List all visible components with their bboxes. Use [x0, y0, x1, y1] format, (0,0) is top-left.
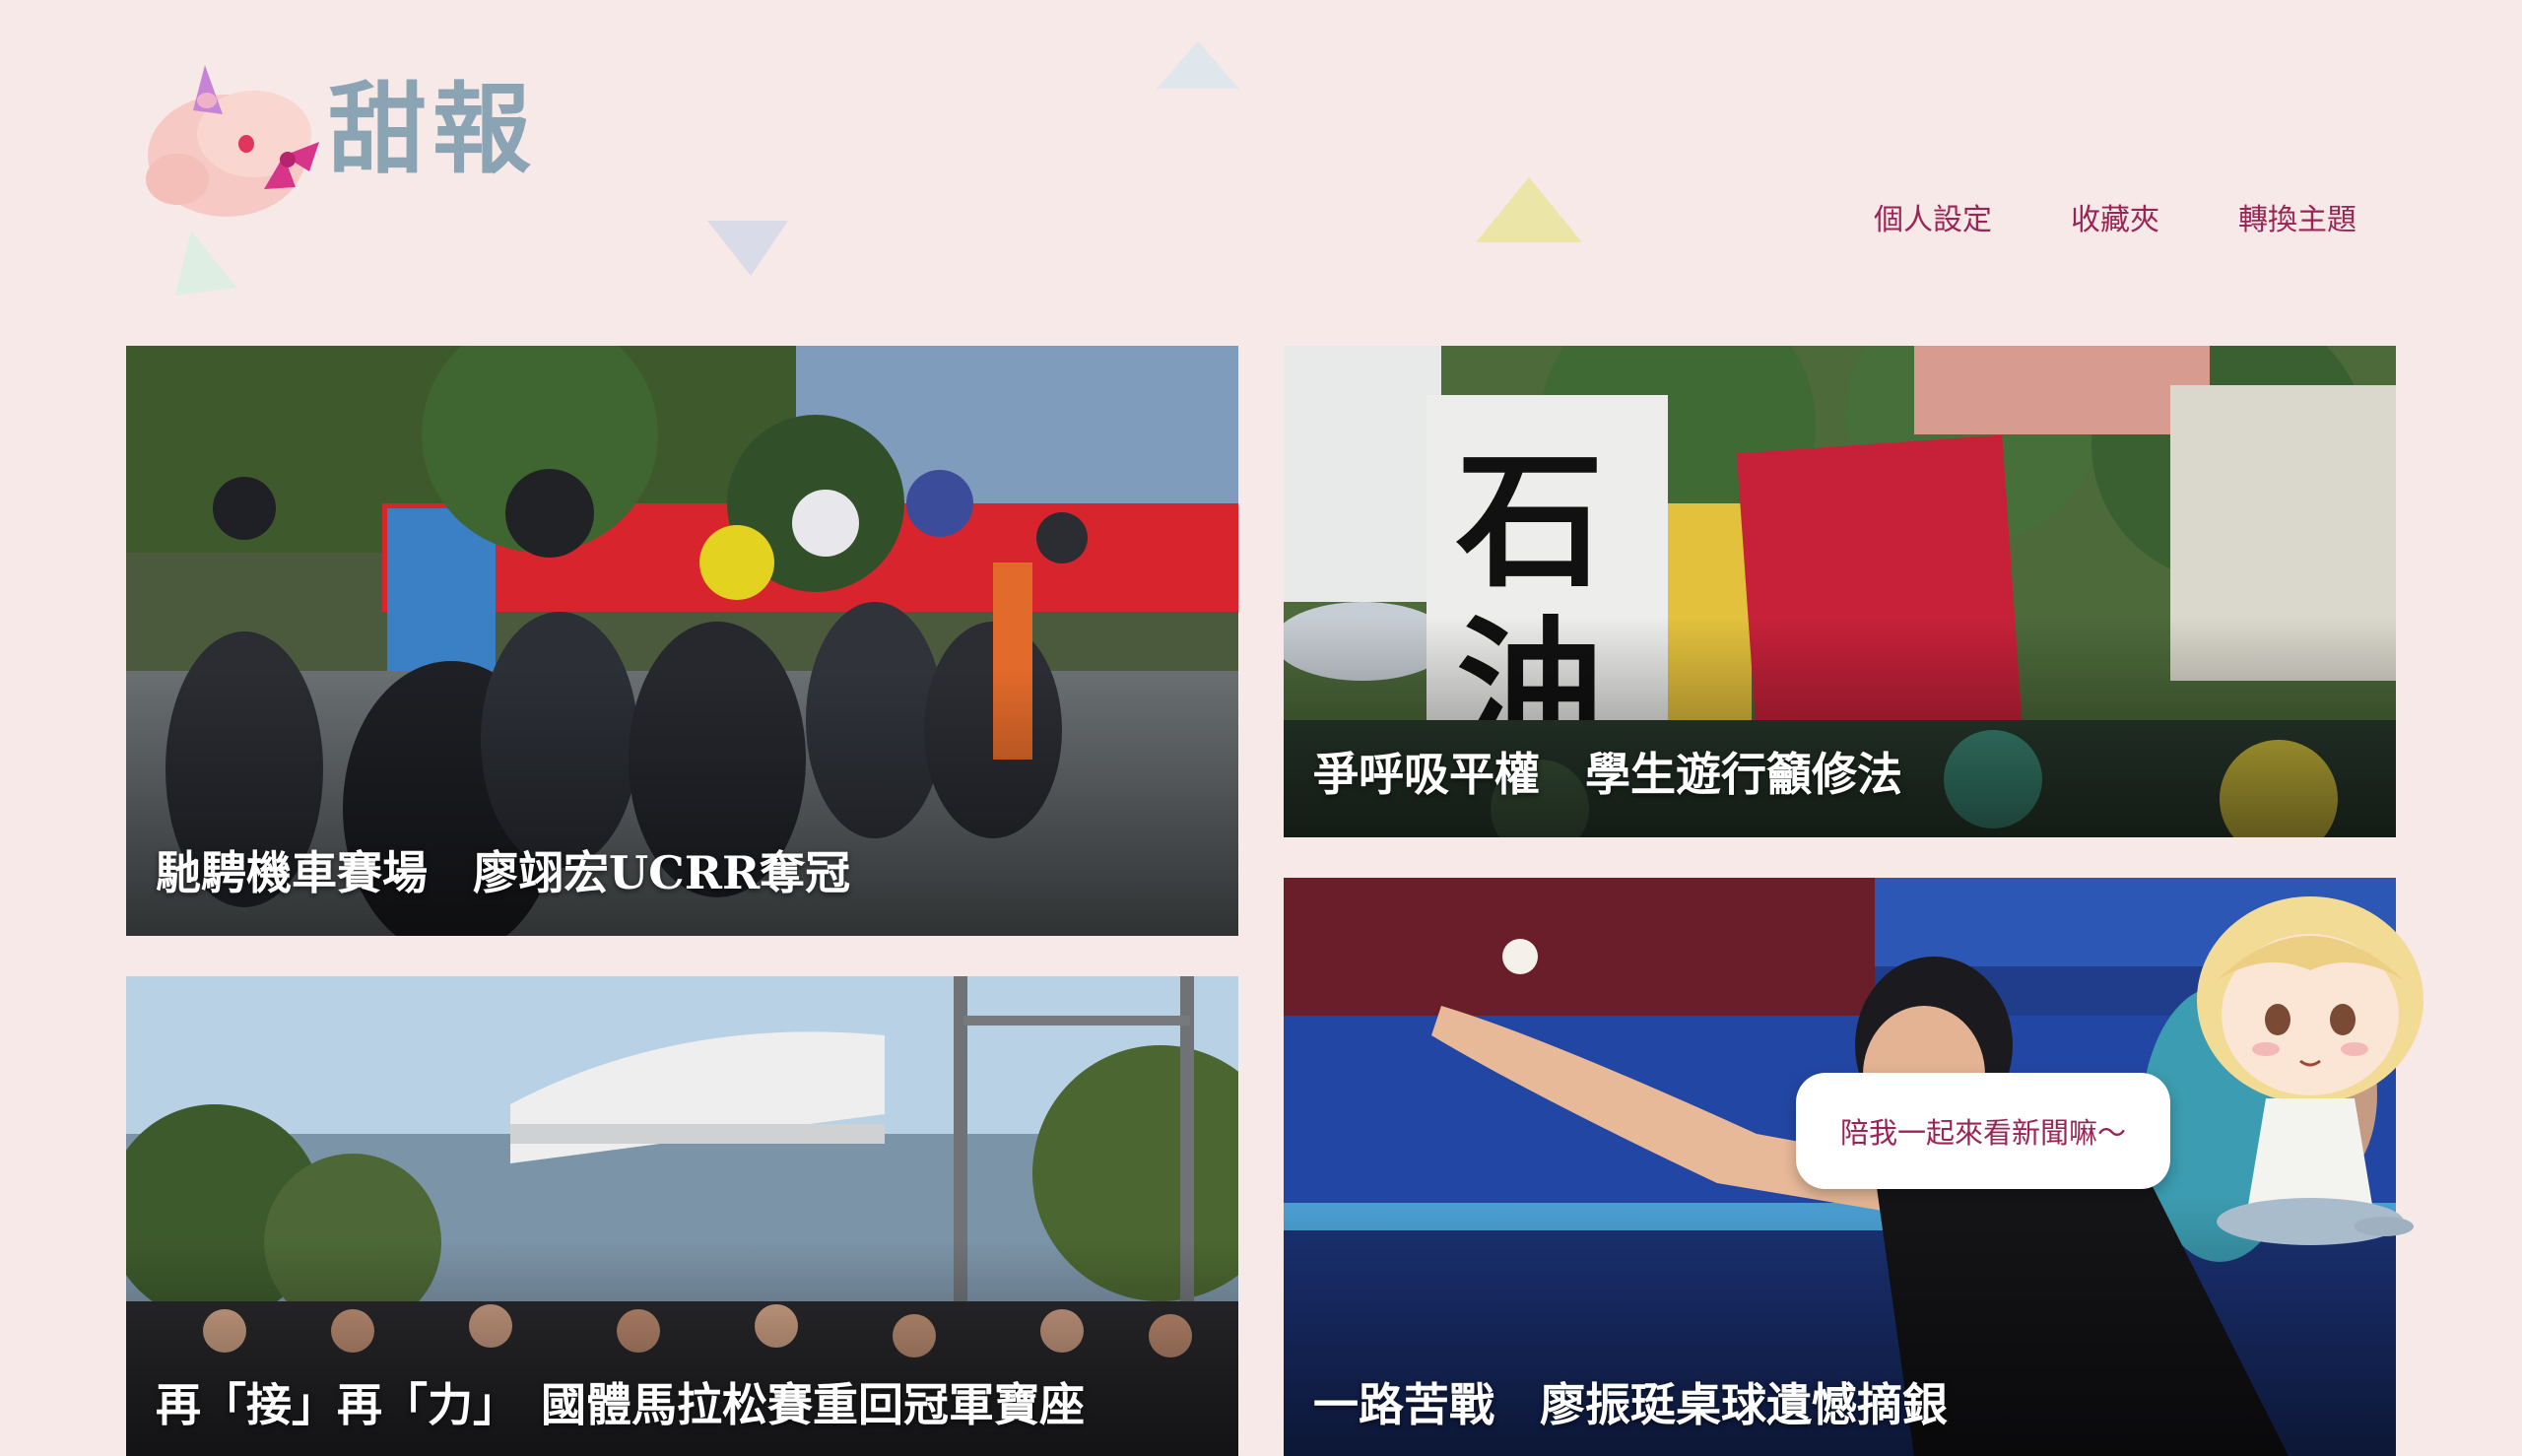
girl-mascot-icon[interactable] [2187, 892, 2433, 1256]
news-headline[interactable]: 爭呼吸平權 學生遊行籲修法 [1313, 739, 1902, 804]
news-card[interactable]: 馳騁機車賽場 廖翊宏UCRR奪冠 [126, 346, 1238, 936]
headline-overlay [1284, 616, 2396, 837]
unicorn-pig-icon [146, 65, 319, 217]
decor-triangle [707, 221, 788, 276]
mascot-speech-bubble[interactable]: 陪我一起來看新聞嘛～ [1796, 1073, 2170, 1189]
decor-triangle [1476, 177, 1582, 242]
brand-name[interactable]: 甜報 [328, 81, 537, 179]
news-card[interactable]: 石 油 爭呼吸平權 學生遊行籲修法 [1284, 346, 2396, 837]
news-headline[interactable]: 一路苦戰 廖振珽桌球遺憾摘銀 [1313, 1369, 1948, 1434]
nav-personal-settings[interactable]: 個人設定 [1874, 195, 1992, 238]
news-headline[interactable]: 再「接」再「力」 國體馬拉松賽重回冠軍寶座 [156, 1369, 1085, 1434]
svg-text:石: 石 [1456, 434, 1604, 608]
decor-triangle [1157, 41, 1239, 89]
top-nav: 個人設定 收藏夾 轉換主題 [1874, 195, 2356, 238]
nav-favorites[interactable]: 收藏夾 [2071, 195, 2159, 238]
app-page: 甜報 個人設定 收藏夾 轉換主題 馳騁機車賽場 廖翊宏UCRR奪冠 石 爭呼吸平… [0, 0, 2522, 1456]
news-card[interactable]: 再「接」再「力」 國體馬拉松賽重回冠軍寶座 [126, 976, 1238, 1456]
news-headline[interactable]: 馳騁機車賽場 廖翊宏UCRR奪冠 [156, 837, 850, 902]
nav-switch-theme[interactable]: 轉換主題 [2238, 195, 2356, 238]
